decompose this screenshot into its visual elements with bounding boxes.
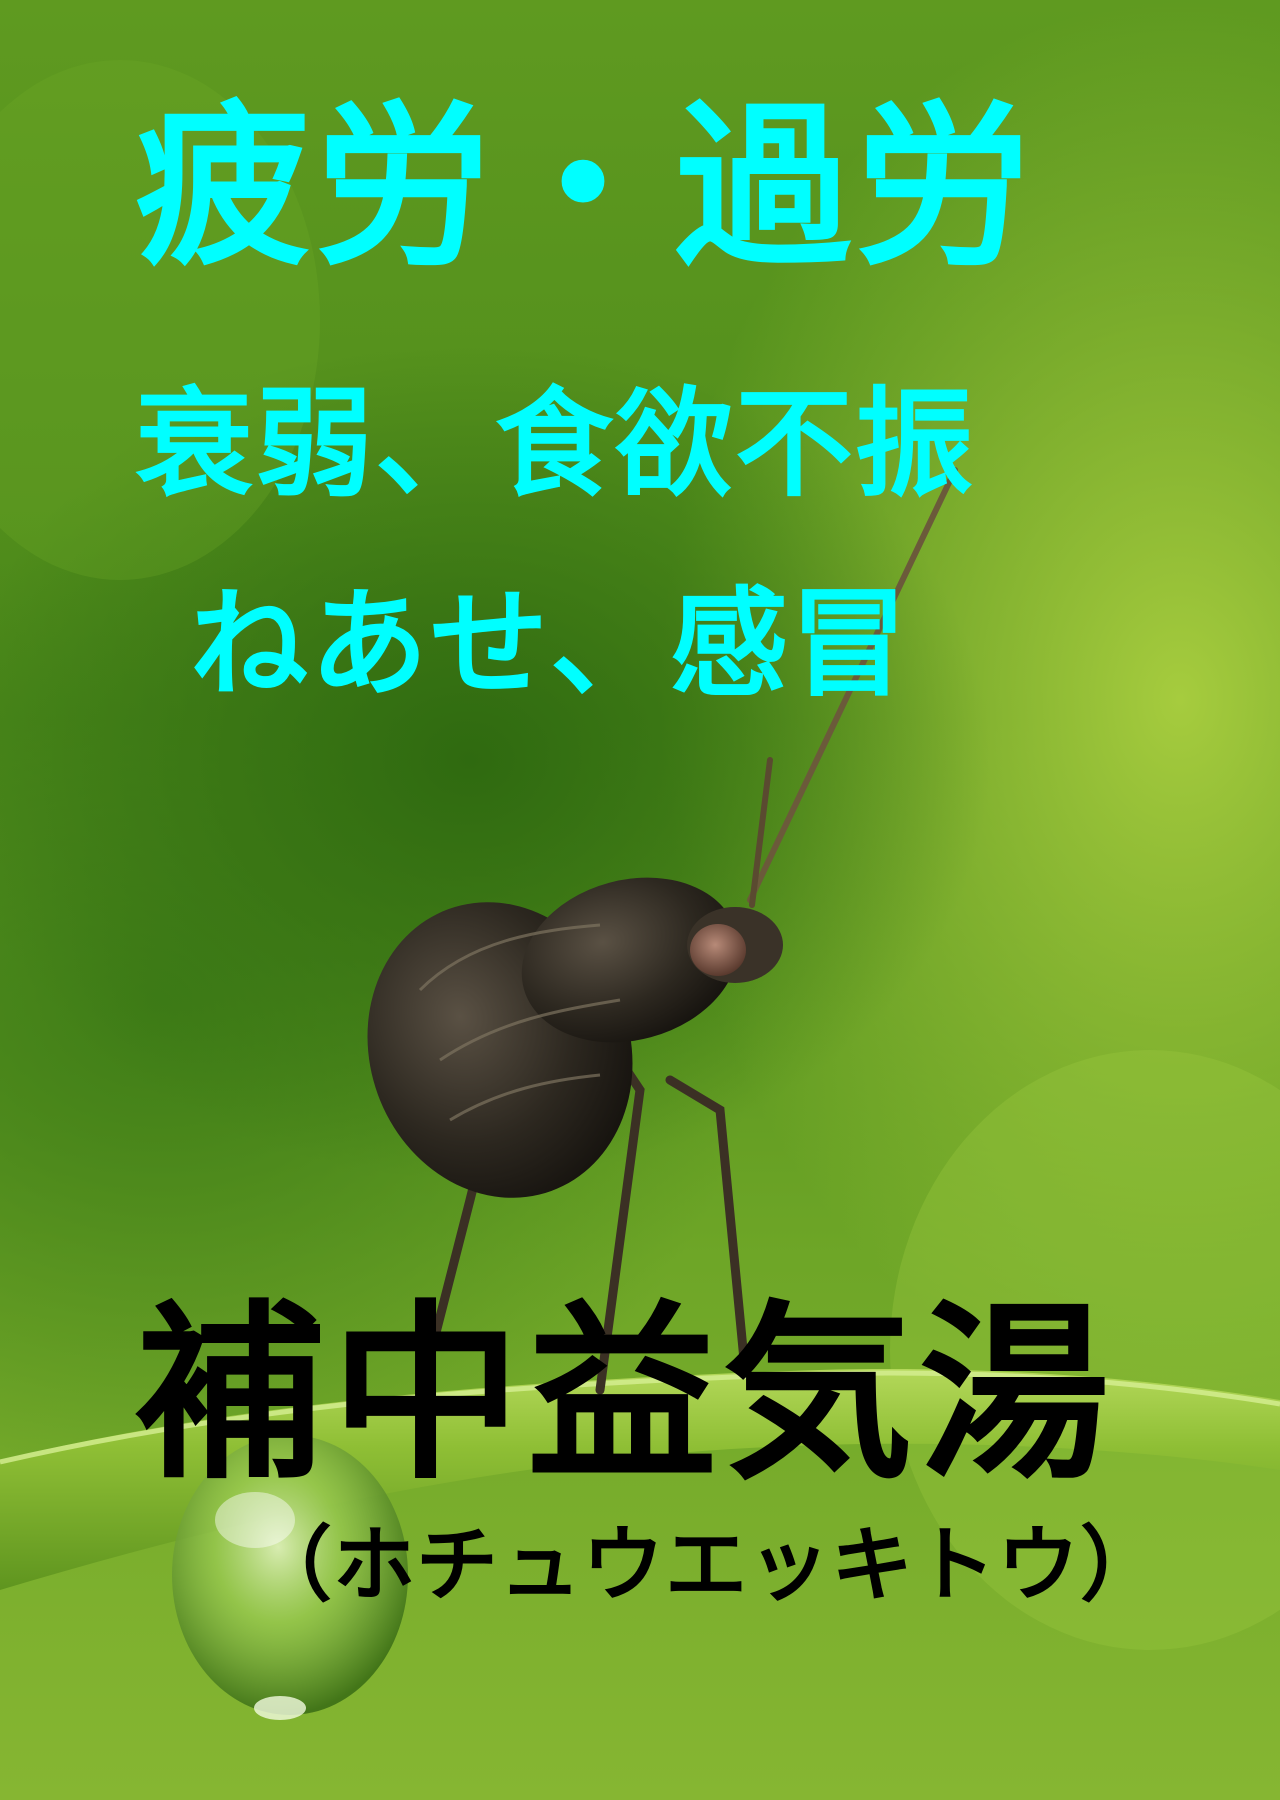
product-title: 補中益気湯	[135, 1284, 1116, 1505]
headline-symptoms-secondary: 衰弱、食欲不振	[135, 375, 976, 513]
headline-symptoms-tertiary: ねあせ、感冒	[190, 575, 911, 713]
droplet-reflection	[254, 1696, 306, 1720]
product-reading: （ホチュウエッキトウ）	[250, 1518, 1164, 1613]
poster: 疲労・過労 衰弱、食欲不振 ねあせ、感冒 補中益気湯 （ホチュウエッキトウ）	[0, 0, 1280, 1800]
insect-eye	[690, 924, 746, 976]
headline-symptoms-primary: 疲労・過労	[135, 85, 1036, 290]
